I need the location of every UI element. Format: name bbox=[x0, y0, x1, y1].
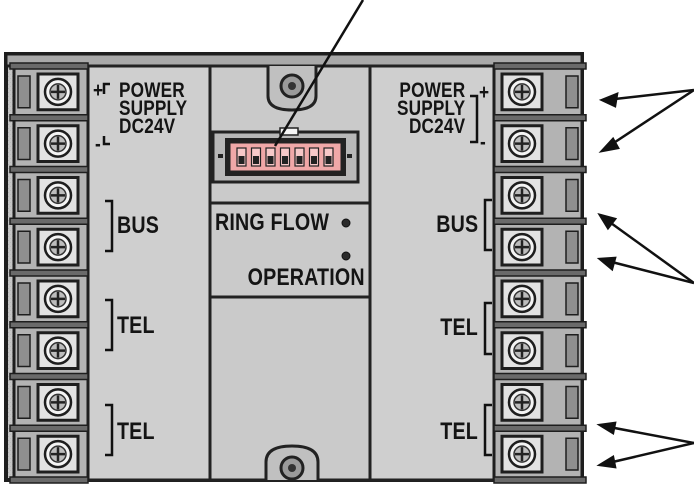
left-terminal-strip bbox=[9, 62, 90, 484]
operation-label: OPERATION bbox=[247, 264, 365, 291]
right-power-minus: - bbox=[480, 131, 486, 154]
terminal-board-diagram: + - POWER SUPPLY DC24V BUS TEL TEL POWER… bbox=[0, 0, 694, 499]
dip-toggle-2 bbox=[250, 147, 262, 167]
dip-toggle-3 bbox=[265, 147, 276, 167]
left-power-supply-label: POWER SUPPLY DC24V bbox=[119, 80, 187, 138]
dip-toggle-6 bbox=[308, 147, 320, 167]
right-tel1-label: TEL bbox=[440, 314, 478, 341]
left-power-minus: - bbox=[95, 133, 101, 156]
dip-toggle-4 bbox=[279, 147, 291, 167]
left-bus-label: BUS bbox=[117, 212, 160, 239]
terminal-board-svg bbox=[4, 0, 694, 484]
arrow-bus-1 bbox=[603, 216, 694, 285]
left-power-line-3: DC24V bbox=[119, 115, 176, 138]
right-terminal-strip bbox=[492, 62, 587, 484]
dip-switch bbox=[211, 127, 360, 184]
right-power-supply-label: POWER SUPPLY DC24V bbox=[397, 80, 465, 138]
ring-flow-led bbox=[341, 218, 351, 228]
operation-led bbox=[341, 251, 351, 261]
left-tel1-label: TEL bbox=[117, 312, 155, 339]
right-bus-label: BUS bbox=[435, 211, 478, 238]
right-power-line-3: DC24V bbox=[408, 115, 465, 138]
arrow-tel-1 bbox=[603, 424, 694, 445]
arrow-bus-2 bbox=[603, 258, 694, 285]
dip-toggle-1 bbox=[236, 147, 247, 167]
ring-flow-label: RING FLOW bbox=[215, 209, 330, 236]
bottom-mount-screw bbox=[264, 444, 320, 481]
left-tel2-label: TEL bbox=[117, 418, 155, 445]
right-power-plus: + bbox=[479, 81, 490, 104]
dip-toggle-5 bbox=[294, 147, 305, 167]
dip-toggle-7 bbox=[323, 147, 334, 167]
arrow-tel-2 bbox=[603, 441, 694, 466]
right-tel2-label: TEL bbox=[440, 418, 478, 445]
left-power-plus: + bbox=[93, 79, 104, 102]
